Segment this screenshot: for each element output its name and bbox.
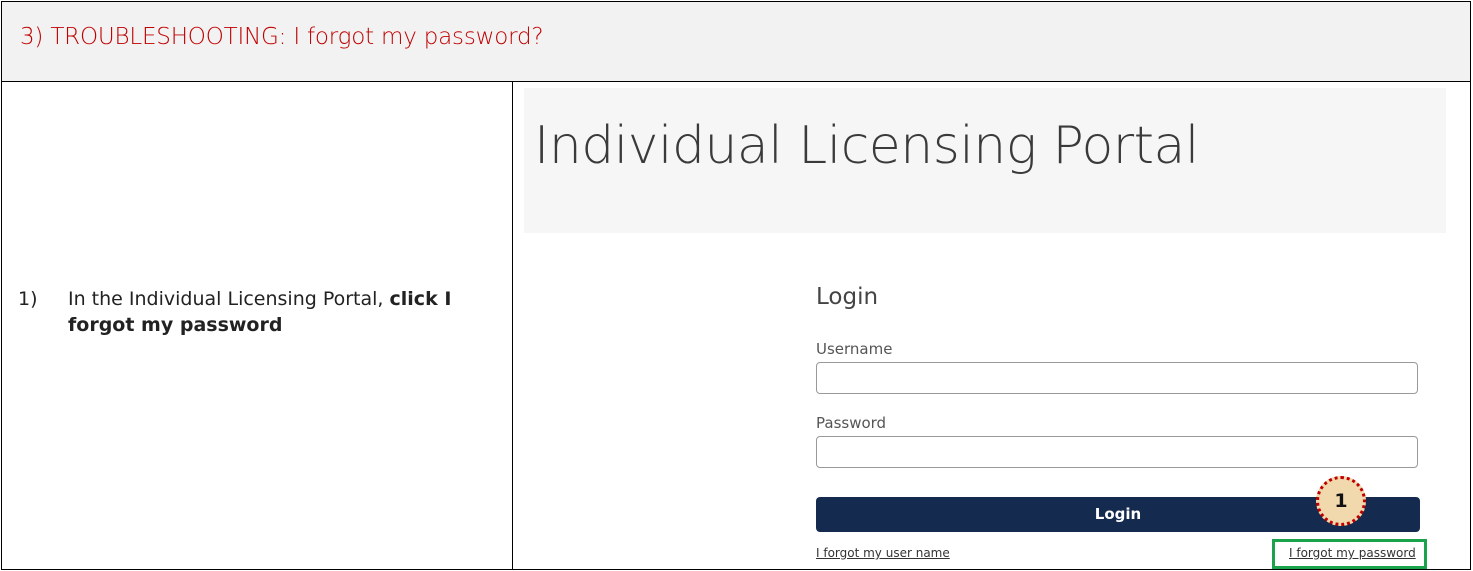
step-text: In the Individual Licensing Portal, clic… bbox=[68, 286, 458, 338]
step-number: 1) bbox=[18, 288, 38, 310]
username-input[interactable] bbox=[816, 362, 1418, 394]
step-callout-badge: 1 bbox=[1316, 476, 1366, 526]
portal-banner: Individual Licensing Portal bbox=[524, 88, 1446, 233]
instruction-step: 1) In the Individual Licensing Portal, c… bbox=[18, 286, 458, 338]
section-title: 3) TROUBLESHOOTING: I forgot my password… bbox=[20, 24, 544, 50]
column-divider bbox=[512, 82, 513, 569]
portal-title: Individual Licensing Portal bbox=[534, 116, 1199, 176]
step-text-plain: In the Individual Licensing Portal, bbox=[68, 288, 390, 310]
forgot-password-highlight bbox=[1272, 539, 1427, 569]
section-header: 3) TROUBLESHOOTING: I forgot my password… bbox=[2, 2, 1470, 82]
password-input[interactable] bbox=[816, 436, 1418, 468]
password-label: Password bbox=[816, 414, 887, 432]
username-label: Username bbox=[816, 340, 893, 358]
login-heading: Login bbox=[816, 284, 879, 310]
forgot-username-link[interactable]: I forgot my user name bbox=[816, 546, 950, 560]
